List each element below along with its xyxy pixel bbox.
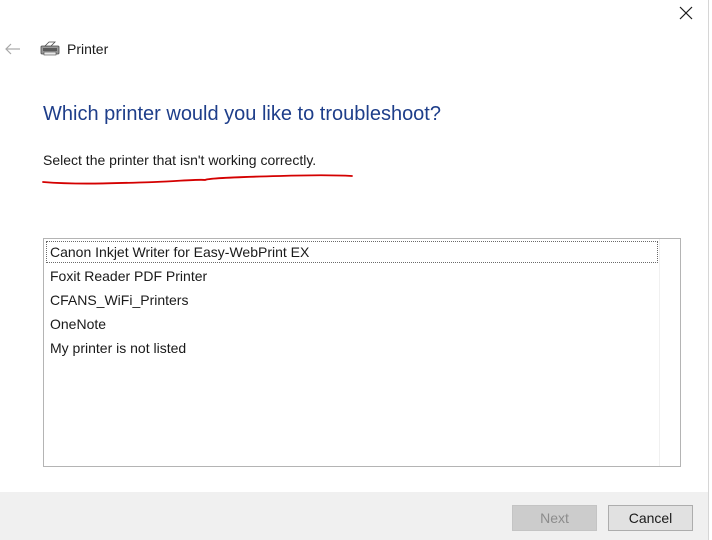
- printer-list[interactable]: Canon Inkjet Writer for Easy-WebPrint EX…: [43, 238, 681, 467]
- back-arrow-icon: [5, 43, 20, 55]
- next-button[interactable]: Next: [512, 505, 597, 531]
- back-button[interactable]: [2, 38, 24, 60]
- printer-list-item[interactable]: OneNote: [46, 313, 658, 335]
- list-scrollbar-track[interactable]: [659, 239, 680, 466]
- window-border: [708, 0, 709, 540]
- footer-bar: Next Cancel: [0, 492, 708, 540]
- printer-list-item[interactable]: CFANS_WiFi_Printers: [46, 289, 658, 311]
- instruction-text: Select the printer that isn't working co…: [43, 152, 317, 168]
- cancel-button[interactable]: Cancel: [608, 505, 693, 531]
- printer-icon: [40, 41, 60, 56]
- printer-list-item[interactable]: My printer is not listed: [46, 337, 658, 359]
- page-heading: Which printer would you like to troubles…: [43, 103, 441, 125]
- troubleshooter-window: Printer Which printer would you like to …: [0, 0, 712, 540]
- close-icon: [679, 6, 693, 20]
- red-underline-annotation: [42, 174, 353, 185]
- close-button[interactable]: [664, 0, 708, 26]
- printer-list-item[interactable]: Canon Inkjet Writer for Easy-WebPrint EX: [46, 241, 658, 263]
- printer-list-item[interactable]: Foxit Reader PDF Printer: [46, 265, 658, 287]
- window-title: Printer: [67, 41, 109, 57]
